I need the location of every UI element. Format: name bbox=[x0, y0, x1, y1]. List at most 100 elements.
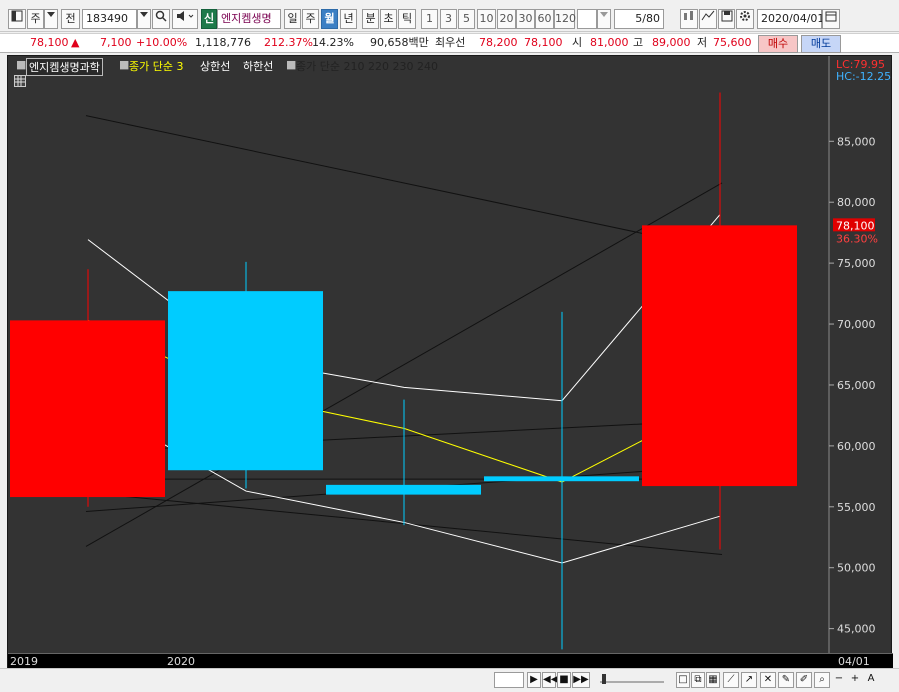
candle-body bbox=[484, 476, 639, 482]
current-price: 78,100 bbox=[30, 36, 69, 49]
y-tick-label: 70,000 bbox=[837, 318, 876, 331]
zoom-slider[interactable] bbox=[596, 672, 668, 688]
best-quote-label: 최우선 bbox=[435, 36, 466, 49]
candle-body bbox=[10, 320, 165, 498]
y-tick-label: 60,000 bbox=[837, 440, 876, 453]
period-year-button[interactable]: 년 bbox=[340, 9, 357, 29]
buy-button[interactable]: 매수 bbox=[758, 35, 798, 53]
hc-label: HC:-12.25 bbox=[836, 70, 892, 83]
view-copy-icon[interactable]: ⧉ bbox=[691, 672, 705, 688]
draw-line-icon[interactable]: ⟋ bbox=[723, 672, 739, 688]
grid-toggle-icon[interactable] bbox=[14, 75, 26, 87]
period-day-button[interactable]: 일 bbox=[284, 9, 301, 29]
candle-body bbox=[642, 225, 797, 487]
volume: 1,118,776 bbox=[195, 36, 251, 49]
period-tick-button[interactable]: 틱 bbox=[398, 9, 416, 29]
legend-upper-label[interactable]: 상한선 bbox=[200, 58, 230, 74]
x-label-2020: 2020 bbox=[167, 655, 195, 668]
draw-pen-icon[interactable]: ✐ bbox=[796, 672, 812, 688]
trend-line-icon[interactable] bbox=[699, 9, 717, 29]
high-price: 89,000 bbox=[652, 36, 691, 49]
draw-cross-icon[interactable]: ✕ bbox=[760, 672, 776, 688]
speaker-icon[interactable] bbox=[172, 9, 198, 29]
legend-bullet-3: ■ bbox=[286, 58, 297, 71]
legend-stock-name[interactable]: 엔지켐생명과학 bbox=[26, 58, 103, 76]
period-week-button[interactable]: 주 bbox=[302, 9, 319, 29]
x-axis: 2019 2020 04/01 bbox=[8, 653, 893, 669]
view-single-icon[interactable]: □ bbox=[676, 672, 690, 688]
draw-arrow-icon[interactable]: ↗ bbox=[741, 672, 757, 688]
candle-body bbox=[168, 291, 323, 471]
all-button[interactable]: 전 bbox=[61, 9, 80, 29]
interval-120-button[interactable]: 120 bbox=[554, 9, 576, 29]
turnover-rate: 14.23% bbox=[312, 36, 354, 49]
x-label-2019: 2019 bbox=[10, 655, 38, 668]
y-tick-label: 75,000 bbox=[837, 257, 876, 270]
interval-10-button[interactable]: 10 bbox=[477, 9, 496, 29]
y-tick-label: 80,000 bbox=[837, 196, 876, 209]
legend-bullet-1: ■ bbox=[16, 58, 27, 71]
legend-ma-label[interactable]: 종가 단순 3 bbox=[129, 58, 183, 74]
code-dropdown-icon[interactable] bbox=[137, 9, 151, 29]
search-icon[interactable] bbox=[152, 9, 170, 29]
volume-ratio: 212.37% bbox=[264, 36, 313, 49]
chart-type-icon[interactable] bbox=[680, 9, 698, 29]
stock-name-field[interactable]: 엔지켐생명 bbox=[217, 9, 281, 29]
font-size-icon[interactable]: A bbox=[864, 672, 878, 688]
new-listing-badge: 신 bbox=[201, 9, 217, 29]
period-minute-button[interactable]: 분 bbox=[362, 9, 379, 29]
high-label: 고 bbox=[633, 36, 644, 49]
y-tick-label: 55,000 bbox=[837, 501, 876, 514]
price-chart[interactable]: 45,000 50,000 55,000 60,000 65,000 70,000 75,0… bbox=[7, 55, 893, 669]
best-bid: 78,100 bbox=[524, 36, 563, 49]
period-type-select[interactable]: 주 bbox=[27, 9, 44, 29]
interval-3-button[interactable]: 3 bbox=[440, 9, 457, 29]
y-tick-label: 65,000 bbox=[837, 379, 876, 392]
y-tick-label: 50,000 bbox=[837, 562, 876, 575]
interval-20-button[interactable]: 20 bbox=[497, 9, 516, 29]
chevron-down-icon[interactable] bbox=[44, 9, 58, 29]
scroll-last-icon[interactable]: ▶▶ bbox=[572, 672, 590, 688]
gear-icon[interactable] bbox=[736, 9, 754, 29]
scroll-track[interactable] bbox=[494, 672, 524, 688]
interval-dropdown-icon[interactable] bbox=[597, 9, 611, 29]
stop-icon[interactable]: ■ bbox=[557, 672, 571, 688]
interval-1-button[interactable]: 1 bbox=[421, 9, 438, 29]
current-price-label: 78,100 bbox=[836, 219, 875, 232]
low-label: 저 bbox=[697, 36, 708, 49]
chart-window: 주 전 183490 신 엔지켐생명 일 주 월 년 분 초 틱 1 3 5 1… bbox=[0, 0, 899, 692]
custom-interval-input[interactable] bbox=[577, 9, 597, 29]
x-label-right: 04/01 bbox=[838, 655, 870, 668]
trade-amount: 90,658백만 bbox=[370, 36, 429, 49]
up-arrow-icon: ▲ bbox=[71, 36, 80, 49]
scroll-right-icon[interactable]: ▶ bbox=[527, 672, 541, 688]
scroll-first-icon[interactable]: ◀◀ bbox=[542, 672, 558, 688]
save-icon[interactable] bbox=[718, 9, 735, 29]
zoom-out-icon[interactable]: − bbox=[832, 672, 846, 688]
price-change: 7,100 bbox=[100, 36, 132, 49]
chart-canvas[interactable]: 45,000 50,000 55,000 60,000 65,000 70,000 75,0… bbox=[8, 56, 893, 653]
period-month-button[interactable]: 월 bbox=[321, 9, 338, 29]
price-change-pct: +10.00% bbox=[136, 36, 188, 49]
interval-60-button[interactable]: 60 bbox=[535, 9, 554, 29]
window-menu-icon[interactable] bbox=[8, 9, 26, 29]
period-second-button[interactable]: 초 bbox=[380, 9, 397, 29]
legend-lower-label[interactable]: 하한선 bbox=[243, 58, 273, 74]
quote-info-bar: 78,100 ▲ 7,100 +10.00% 1,118,776 212.37%… bbox=[0, 33, 899, 53]
code-input[interactable]: 183490 bbox=[82, 9, 137, 29]
magnifier-icon[interactable]: ⌕ bbox=[814, 672, 830, 688]
zoom-in-icon[interactable]: + bbox=[848, 672, 862, 688]
date-input[interactable]: 2020/04/01 bbox=[757, 9, 824, 29]
page-indicator: 5/80 bbox=[614, 9, 664, 29]
interval-30-button[interactable]: 30 bbox=[516, 9, 535, 29]
sell-button[interactable]: 매도 bbox=[801, 35, 841, 53]
open-price: 81,000 bbox=[590, 36, 629, 49]
legend-bullet-2: ■ bbox=[119, 58, 130, 71]
draw-tool-icon[interactable]: ✎ bbox=[778, 672, 794, 688]
view-grid-icon[interactable]: ▦ bbox=[706, 672, 720, 688]
calendar-icon[interactable] bbox=[822, 9, 840, 29]
chart-scroll-bar: ▶ ◀◀ ■ ▶▶ □ ⧉ ▦ ⟋ ↗ ✕ ✎ ✐ ⌕ − + A bbox=[0, 668, 899, 692]
long-ma-line bbox=[85, 115, 723, 251]
legend-long-ma-label[interactable]: 종가 단순 210 220 230 240 bbox=[296, 58, 438, 74]
interval-5-button[interactable]: 5 bbox=[458, 9, 475, 29]
